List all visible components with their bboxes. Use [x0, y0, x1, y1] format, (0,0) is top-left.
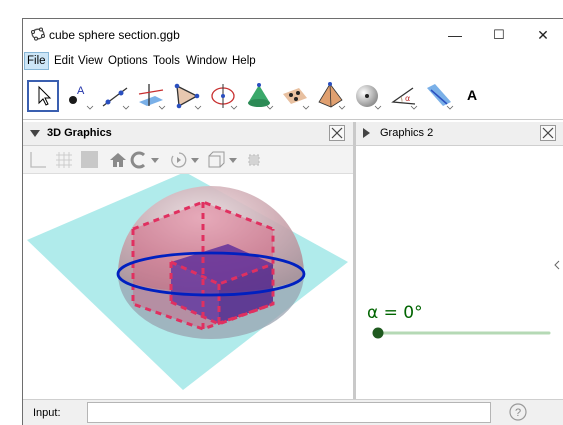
- alpha-slider[interactable]: [371, 325, 551, 341]
- expand-triangle-icon[interactable]: [363, 128, 370, 138]
- question-mark-icon: ?: [509, 403, 527, 421]
- point-icon: A: [69, 85, 94, 110]
- cone-icon: [248, 83, 274, 110]
- menu-file[interactable]: File: [24, 52, 49, 70]
- angle-icon: α: [391, 87, 418, 110]
- minimize-button[interactable]: —: [435, 23, 475, 47]
- point-tool[interactable]: A: [63, 80, 95, 112]
- perpendicular-plane-icon: [138, 84, 166, 110]
- circle-tool[interactable]: [207, 80, 239, 112]
- home-icon[interactable]: [109, 151, 127, 169]
- reflect-tool[interactable]: [423, 80, 455, 112]
- angle-tool[interactable]: α: [387, 80, 419, 112]
- input-bar: Input: ?: [23, 399, 563, 425]
- graphics-2-view[interactable]: [356, 146, 563, 399]
- panel-3d-header: 3D Graphics: [23, 122, 353, 146]
- help-button[interactable]: ?: [509, 403, 527, 421]
- polygon-tool[interactable]: [171, 80, 203, 112]
- input-field[interactable]: [87, 402, 491, 423]
- app-window: cube sphere section.ggb — ☐ ✕ File Edit …: [22, 18, 563, 425]
- sphere-icon: [356, 85, 382, 110]
- panel-3d-title: 3D Graphics: [47, 127, 112, 139]
- triangle-icon: [174, 83, 202, 110]
- graphics-style-bar: [23, 146, 353, 174]
- menu-view[interactable]: View: [76, 53, 105, 69]
- text-tool[interactable]: A: [459, 80, 485, 112]
- plane-points-icon: [283, 88, 310, 110]
- graphics-3d-view[interactable]: [23, 172, 353, 399]
- title-bar: cube sphere section.ggb — ☐ ✕: [23, 19, 563, 51]
- input-label: Input:: [33, 407, 61, 419]
- circle-axis-icon: [211, 84, 238, 110]
- menu-bar: File Edit View Options Tools Window Help: [23, 52, 563, 70]
- plane-tool[interactable]: [279, 80, 311, 112]
- sphere-tool[interactable]: [351, 80, 383, 112]
- axes-toggle-icon[interactable]: [29, 151, 47, 169]
- arrow-cursor-icon: [38, 85, 52, 106]
- grid-toggle-icon[interactable]: [55, 151, 73, 169]
- alpha-slider-label: α = 0°: [367, 303, 423, 323]
- svg-text:A: A: [77, 85, 85, 97]
- move-tool[interactable]: [27, 80, 59, 112]
- window-title: cube sphere section.ggb: [49, 28, 180, 42]
- close-icon: [542, 127, 554, 139]
- toolbar-separator: [23, 119, 563, 120]
- line-tool[interactable]: [99, 80, 131, 112]
- help-glyph: ?: [515, 407, 521, 419]
- 3d-scene: [27, 172, 348, 390]
- menu-edit[interactable]: Edit: [52, 53, 76, 69]
- toolbar: A α A: [23, 73, 563, 119]
- rotate-animation-icon[interactable]: [167, 151, 201, 169]
- menu-window[interactable]: Window: [184, 53, 229, 69]
- cone-tool[interactable]: [243, 80, 275, 112]
- perpendicular-tool[interactable]: [135, 80, 167, 112]
- svg-text:α: α: [405, 94, 410, 103]
- pyramid-icon: [318, 82, 346, 110]
- standard-view-icon[interactable]: [245, 151, 263, 169]
- rotate-view-icon[interactable]: [129, 151, 161, 169]
- menu-tools[interactable]: Tools: [151, 53, 182, 69]
- slider-knob[interactable]: [372, 327, 384, 339]
- line-icon: [102, 87, 130, 110]
- panel-3d-close-button[interactable]: [329, 125, 345, 141]
- text-tool-label: A: [467, 87, 478, 103]
- reflect-plane-icon: [427, 84, 454, 110]
- plane-toggle-icon[interactable]: [81, 151, 98, 168]
- menu-help[interactable]: Help: [230, 53, 258, 69]
- geogebra-logo-icon: [31, 27, 45, 41]
- panel-2d-title: Graphics 2: [380, 127, 434, 139]
- panel-2d-header: Graphics 2: [356, 122, 563, 146]
- side-panel-arrow-icon[interactable]: [554, 260, 560, 270]
- maximize-button[interactable]: ☐: [479, 23, 519, 47]
- menu-options[interactable]: Options: [106, 53, 150, 69]
- collapse-triangle-icon[interactable]: [30, 130, 40, 137]
- view-direction-icon[interactable]: [207, 151, 241, 169]
- close-icon: [331, 127, 343, 139]
- panel-2d-close-button[interactable]: [540, 125, 556, 141]
- close-window-button[interactable]: ✕: [523, 23, 563, 47]
- pyramid-tool[interactable]: [315, 80, 347, 112]
